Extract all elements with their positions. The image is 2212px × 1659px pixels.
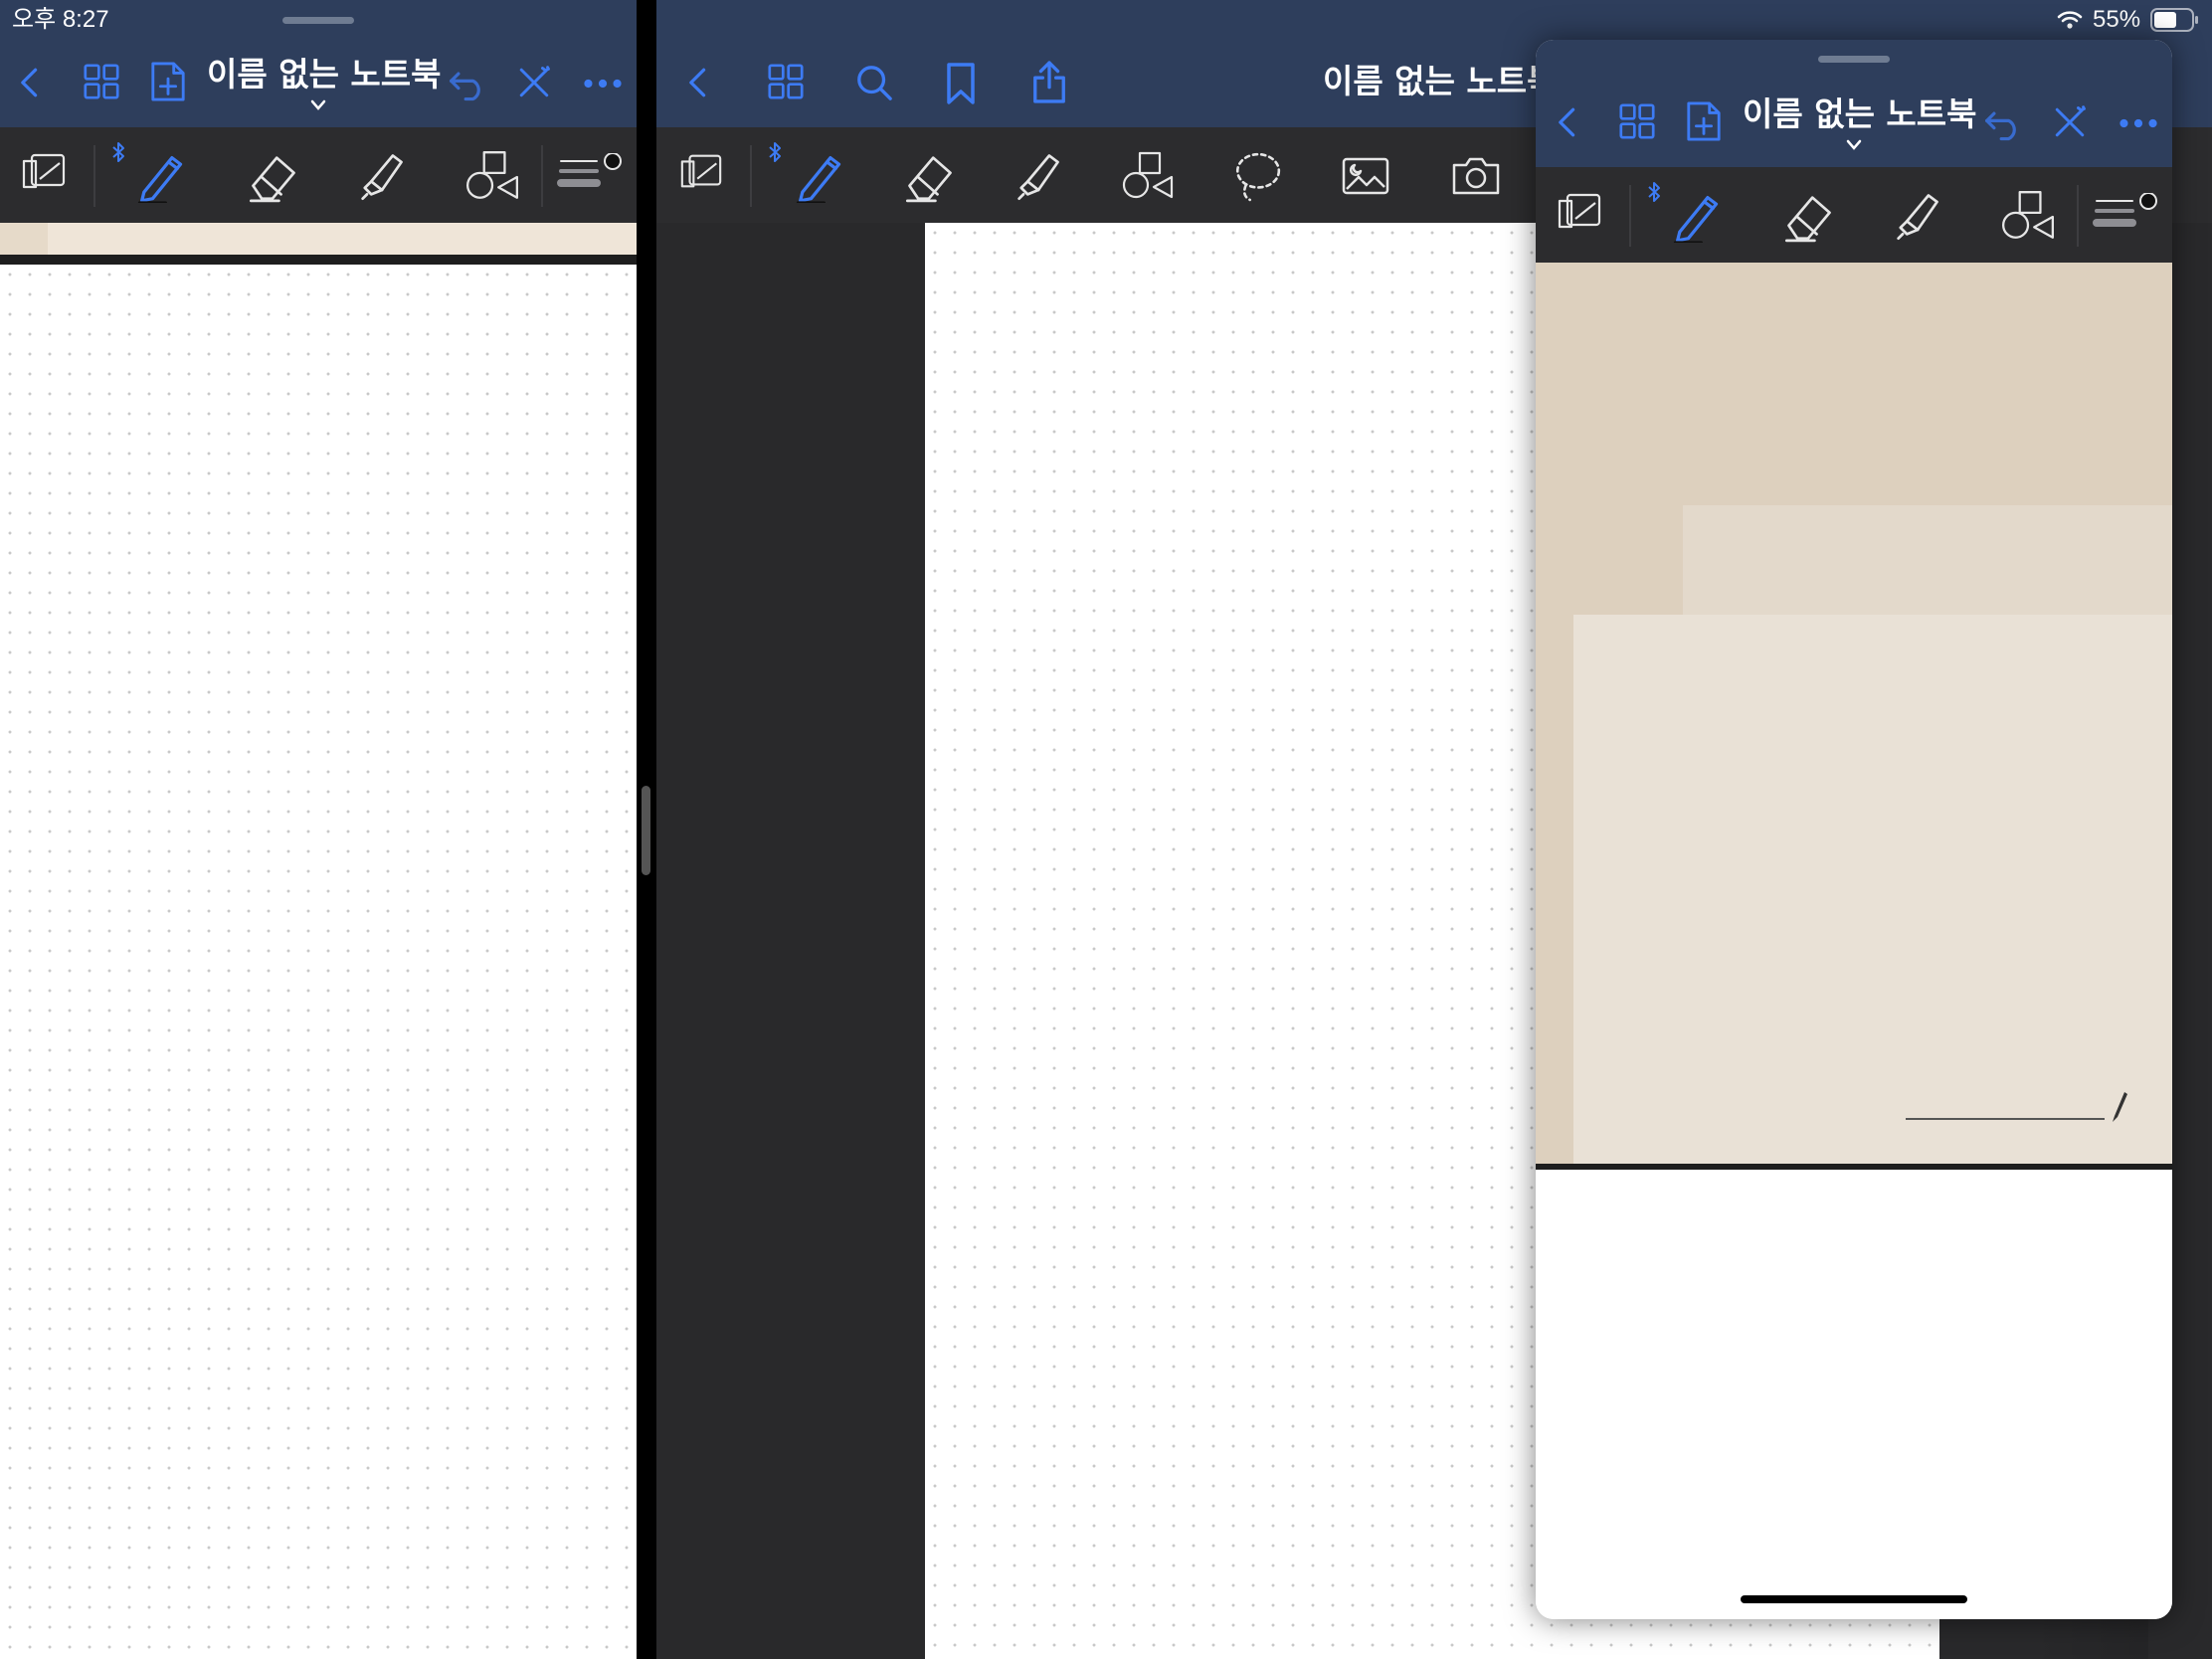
highlighter-icon[interactable] <box>1011 149 1064 203</box>
chevron-down-icon[interactable] <box>310 99 326 111</box>
pen-icon[interactable] <box>133 149 187 203</box>
add-page-icon[interactable] <box>149 60 187 103</box>
chevron-down-icon[interactable] <box>1846 139 1862 151</box>
left-tool-bar <box>0 127 637 223</box>
blank-page[interactable] <box>1536 1170 2172 1619</box>
eraser-icon[interactable] <box>903 149 957 203</box>
toolbar-divider <box>1629 185 1631 247</box>
camera-icon[interactable] <box>1450 153 1502 197</box>
dotted-page[interactable] <box>0 265 637 1659</box>
toolbar-divider <box>93 145 95 207</box>
undo-icon[interactable] <box>448 68 487 101</box>
bookmark-icon[interactable] <box>945 62 977 105</box>
eraser-icon[interactable] <box>247 149 300 203</box>
pen-icon[interactable] <box>792 149 845 203</box>
highlighter-icon[interactable] <box>354 149 408 203</box>
share-icon[interactable] <box>1030 58 1068 105</box>
notebook-title[interactable]: 이름 없는 노트북 <box>207 55 442 94</box>
stroke-size-icon[interactable] <box>2093 193 2162 243</box>
previous-page-strip <box>0 223 637 255</box>
notebook-title[interactable]: 이름 없는 노트북 <box>1743 94 1977 134</box>
lasso-icon[interactable] <box>1231 149 1283 203</box>
stroke-size-icon[interactable] <box>557 153 627 203</box>
back-icon[interactable] <box>686 64 710 101</box>
left-window-grabber[interactable] <box>282 17 354 24</box>
back-icon[interactable] <box>18 64 42 101</box>
shapes-icon[interactable] <box>1999 189 2057 243</box>
pen-icon[interactable] <box>1669 189 1723 243</box>
slide-over-tool-bar <box>1536 167 2172 263</box>
more-icon[interactable] <box>2119 117 2158 129</box>
page-separator <box>0 255 637 265</box>
add-page-icon[interactable] <box>1685 99 1723 143</box>
more-icon[interactable] <box>583 78 623 90</box>
toolbar-divider <box>541 145 543 207</box>
fountain-pen-icon <box>2109 1090 2128 1124</box>
eraser-icon[interactable] <box>1782 189 1836 243</box>
highlighter-icon[interactable] <box>1890 189 1943 243</box>
grid-icon[interactable] <box>768 64 804 99</box>
grid-icon[interactable] <box>1619 103 1655 139</box>
page-view-icon[interactable] <box>1556 191 1603 231</box>
battery-percent: 55% <box>2093 6 2141 33</box>
search-icon[interactable] <box>855 64 893 101</box>
status-time: 오후 8:27 <box>12 6 109 33</box>
home-indicator[interactable] <box>1741 1595 1967 1603</box>
bluetooth-icon <box>768 141 782 163</box>
image-icon[interactable] <box>1341 153 1390 197</box>
wifi-icon <box>2057 10 2083 30</box>
previous-page-edge <box>0 223 48 255</box>
back-icon[interactable] <box>1556 103 1579 141</box>
slide-over-window: 이름 없는 노트북 <box>1536 40 2172 1619</box>
page-view-icon[interactable] <box>20 151 68 191</box>
ruler-cross-icon[interactable] <box>2053 105 2087 139</box>
shapes-icon[interactable] <box>463 149 521 203</box>
toolbar-divider <box>750 145 752 207</box>
toolbar-divider <box>2077 185 2079 247</box>
left-pane: 오후 8:27 이름 없는 노트북 <box>0 0 637 1659</box>
shapes-icon[interactable] <box>1120 149 1176 203</box>
split-divider-handle[interactable] <box>642 786 650 875</box>
grid-icon[interactable] <box>84 64 119 99</box>
cover-page[interactable] <box>1536 263 2172 1164</box>
cover-panel-front <box>1573 615 2172 1164</box>
undo-icon[interactable] <box>1983 107 2023 141</box>
page-view-icon[interactable] <box>678 151 724 191</box>
bluetooth-icon <box>111 141 125 163</box>
ruler-cross-icon[interactable] <box>517 66 551 99</box>
bluetooth-icon <box>1647 181 1661 203</box>
signature-line <box>1906 1118 2105 1120</box>
slide-over-grabber[interactable] <box>1818 56 1890 63</box>
notebook-title[interactable]: 이름 없는 노트북 <box>1323 62 1558 101</box>
battery-icon <box>2150 8 2200 32</box>
